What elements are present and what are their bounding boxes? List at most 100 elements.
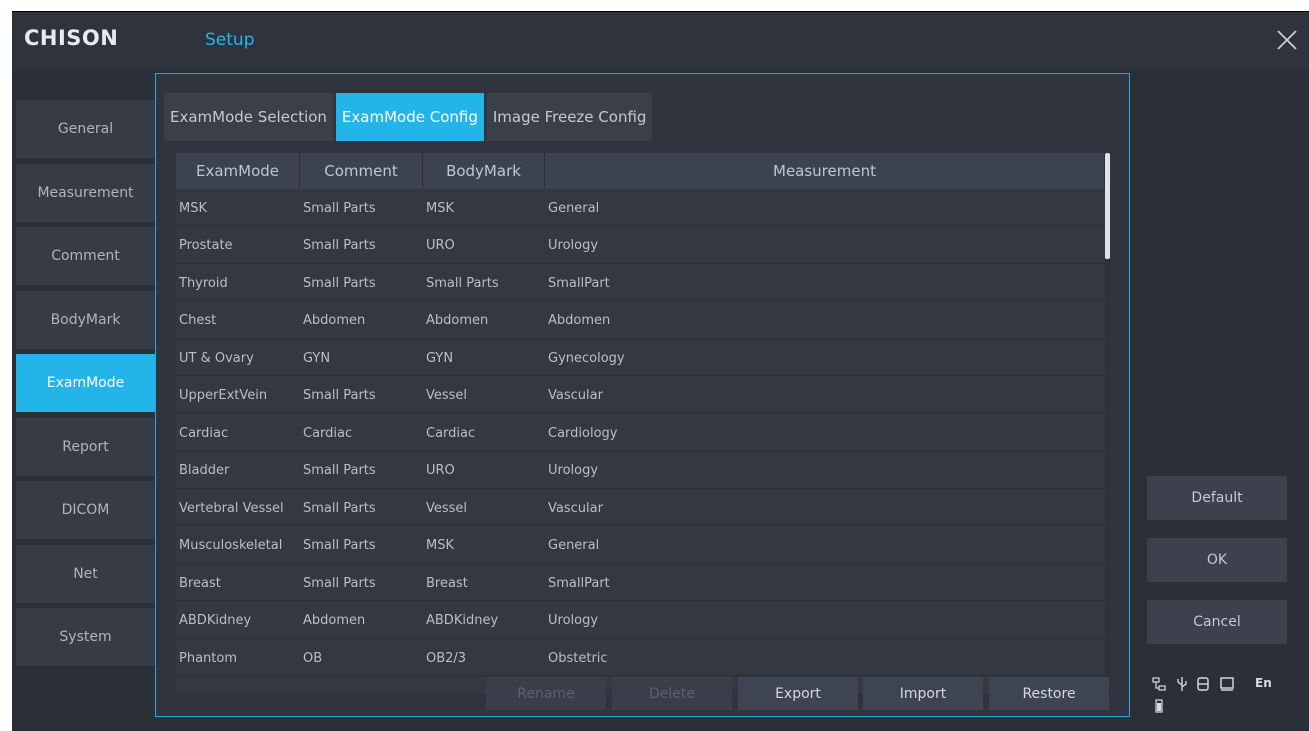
setup-screen: CHISON Setup General Measurement Comment Bo… [12,12,1309,731]
cell-measurement: General [548,200,600,216]
cell-bodymark: Abdomen [426,313,489,328]
sidebar-item-measurement[interactable]: Measurement [16,164,155,222]
table-row[interactable]: Phantom OB OB2/3 Obstetric [176,640,1106,676]
exammode-table: ExamMode Comment BodyMark Measurement MS… [176,153,1110,693]
cell-measurement: Vascular [548,500,603,516]
cell-measurement: Abdomen [548,313,611,328]
cell-exammode: UT & Ovary [179,350,254,366]
cell-comment: Small Parts [303,200,376,216]
cell-exammode: Chest [179,313,217,328]
cell-measurement: Obstetric [548,650,608,666]
cell-exammode: Prostate [179,238,233,253]
network-icon [1151,676,1167,692]
storage-icon [1195,676,1211,692]
sidebar-item-dicom[interactable]: DICOM [16,481,155,539]
cell-exammode: Musculoskeletal [179,538,283,553]
table-row[interactable]: Chest Abdomen Abdomen Abdomen [176,303,1106,339]
cell-comment: Abdomen [303,613,366,628]
table-row[interactable]: UT & Ovary GYN GYN Gynecology [176,340,1106,376]
column-header-measurement[interactable]: Measurement [545,153,1105,189]
cell-comment: Small Parts [303,500,376,516]
cell-bodymark: Small Parts [426,275,499,291]
delete-button[interactable]: Delete [612,677,732,710]
cell-bodymark: OB2/3 [426,650,467,666]
cell-bodymark: Vessel [426,500,468,516]
cell-exammode: MSK [179,200,207,216]
scrollbar-thumb[interactable] [1105,153,1110,259]
table-row[interactable]: Vertebral Vessel Small Parts Vessel Vascula… [176,490,1106,526]
cell-measurement: SmallPart [548,275,610,291]
table-row[interactable]: Thyroid Small Parts Small Parts SmallPart [176,265,1106,301]
export-button[interactable]: Export [738,677,858,710]
table-row[interactable]: Prostate Small Parts URO Urology [176,228,1106,264]
cell-measurement: General [548,538,600,553]
cell-exammode: ABDKidney [179,613,252,628]
table-row[interactable]: Cardiac Cardiac Cardiac Cardiology [176,415,1106,451]
table-header: ExamMode Comment BodyMark Measurement [176,153,1110,189]
cell-exammode: Vertebral Vessel [179,500,284,516]
sidebar-item-comment[interactable]: Comment [16,227,155,285]
cell-comment: GYN [303,350,331,366]
cell-exammode: Cardiac [179,425,229,441]
cell-exammode: Breast [179,575,221,591]
column-header-comment[interactable]: Comment [300,153,423,189]
table-row[interactable]: ABDKidney Abdomen ABDKidney Urology [176,603,1106,639]
tab-bar: ExamMode Selection ExamMode Config Image F… [164,93,653,141]
window-title: Setup [205,30,255,50]
cell-bodymark: Vessel [426,388,468,403]
table-row[interactable]: MSK Small Parts MSK General [176,190,1106,226]
cell-exammode: Bladder [179,463,230,478]
cell-bodymark: MSK [426,200,454,216]
usb-icon [1174,676,1190,692]
language-indicator: En [1255,676,1272,690]
cell-exammode: Phantom [179,650,237,666]
sidebar-item-net[interactable]: Net [16,545,155,603]
tab-exammode-selection[interactable]: ExamMode Selection [164,93,333,141]
cell-comment: Abdomen [303,313,366,328]
cell-measurement: Urology [548,238,599,253]
table-row[interactable]: Bladder Small Parts URO Urology [176,453,1106,489]
tab-image-freeze-config[interactable]: Image Freeze Config [486,93,653,141]
cell-bodymark: Cardiac [426,425,476,441]
brand-logo: CHISON [24,26,119,50]
cell-comment: Small Parts [303,538,376,553]
cell-bodymark: Breast [426,575,468,591]
restore-button[interactable]: Restore [989,677,1109,710]
table-row[interactable]: Musculoskeletal Small Parts MSK General [176,528,1106,564]
sidebar-item-exammode[interactable]: ExamMode [16,354,155,412]
cell-measurement: Urology [548,613,599,628]
battery-icon [1151,698,1167,714]
column-header-bodymark[interactable]: BodyMark [423,153,545,189]
cell-bodymark: GYN [426,350,454,366]
default-button[interactable]: Default [1147,476,1287,520]
cell-exammode: UpperExtVein [179,388,268,403]
cell-comment: Small Parts [303,388,376,403]
column-header-exammode[interactable]: ExamMode [176,153,300,189]
monitor-icon [1219,676,1235,692]
cell-comment: Cardiac [303,425,353,441]
import-button[interactable]: Import [863,677,983,710]
content-panel: ExamMode Selection ExamMode Config Image F… [155,73,1130,717]
cell-bodymark: MSK [426,538,454,553]
rename-button[interactable]: Rename [486,677,606,710]
table-row[interactable]: UpperExtVein Small Parts Vessel Vascular [176,378,1106,414]
cancel-button[interactable]: Cancel [1147,600,1287,644]
cell-comment: Small Parts [303,238,376,253]
table-row[interactable]: Breast Small Parts Breast SmallPart [176,565,1106,601]
cell-measurement: Gynecology [548,350,625,366]
sidebar-item-general[interactable]: General [16,100,155,158]
cell-bodymark: URO [426,463,455,478]
sidebar-item-bodymark[interactable]: BodyMark [16,291,155,349]
cell-measurement: Urology [548,463,599,478]
close-icon[interactable] [1274,27,1300,53]
ok-button[interactable]: OK [1147,538,1287,582]
cell-bodymark: ABDKidney [426,613,499,628]
sidebar-item-report[interactable]: Report [16,418,155,476]
cell-comment: OB [303,650,323,666]
cell-bodymark: URO [426,238,455,253]
sidebar-item-system[interactable]: System [16,608,155,666]
cell-measurement: Cardiology [548,425,618,441]
table-scrollbar[interactable] [1105,153,1110,693]
cell-measurement: SmallPart [548,575,610,591]
tab-exammode-config[interactable]: ExamMode Config [335,93,484,141]
